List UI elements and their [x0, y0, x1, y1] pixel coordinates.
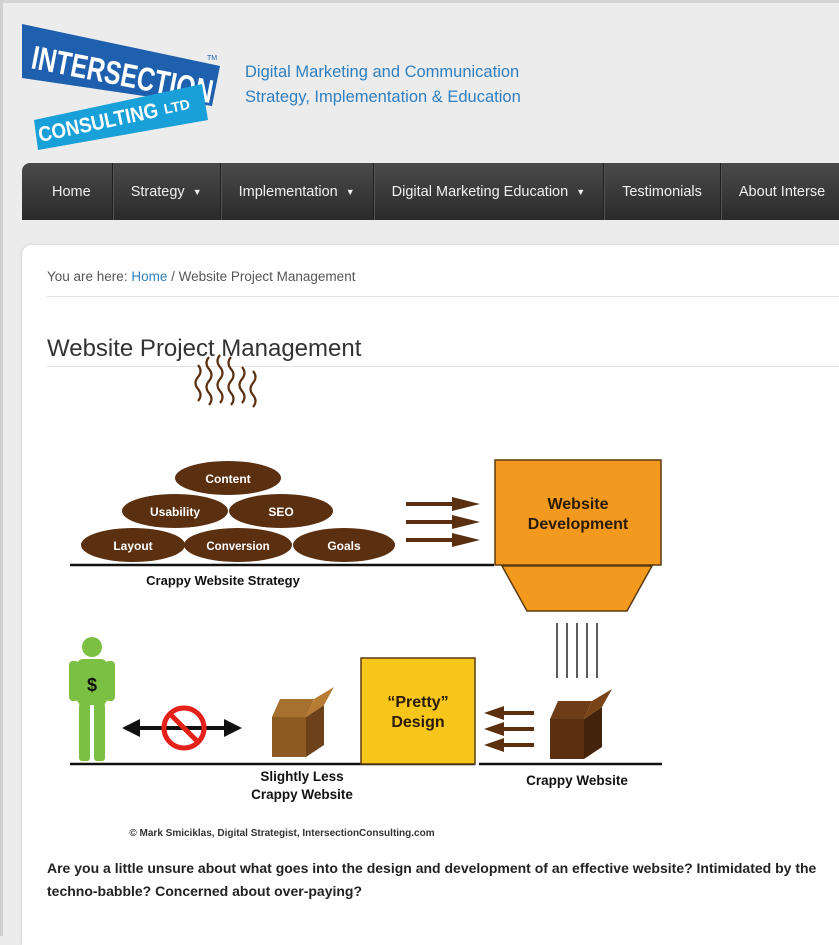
slightly-less-line2: Crappy Website	[251, 787, 353, 802]
arrow-right-icon	[406, 497, 480, 547]
content-panel: You are here: Home / Website Project Man…	[22, 245, 839, 945]
customer-person-icon	[69, 637, 115, 761]
hopper-funnel	[500, 565, 654, 612]
chevron-down-icon: ▼	[345, 186, 355, 197]
slightly-less-box-icon	[272, 687, 334, 757]
nav-testimonials-label: Testimonials	[622, 183, 702, 200]
nav-about-label: About Interse	[738, 183, 826, 200]
slightly-less-line1: Slightly Less	[260, 769, 343, 784]
website-dev-line2: Development	[528, 516, 629, 533]
nav-strategy-label: Strategy	[130, 183, 185, 200]
nav-testimonials[interactable]: Testimonials	[604, 163, 721, 220]
site-tagline: Digital Marketing and Communication Stra…	[245, 60, 521, 110]
frame-left-border	[0, 0, 3, 936]
nav-digital-marketing-education-label: Digital Marketing Education	[391, 183, 569, 200]
nav-digital-marketing-education[interactable]: Digital Marketing Education ▼	[374, 163, 605, 220]
oval-layout-label: Layout	[113, 539, 152, 553]
tagline-line1: Digital Marketing and Communication	[245, 63, 520, 81]
arrow-left-icon	[484, 706, 534, 752]
main-nav: Home Strategy ▼ Implementation ▼ Digital…	[22, 163, 839, 220]
nav-strategy[interactable]: Strategy ▼	[113, 163, 221, 220]
crappy-website-label: Crappy Website	[526, 773, 628, 788]
nav-about[interactable]: About Interse	[721, 163, 839, 220]
chevron-down-icon: ▼	[192, 186, 202, 197]
oval-content-label: Content	[205, 472, 250, 486]
oval-conversion-label: Conversion	[206, 541, 269, 553]
pretty-line2: Design	[391, 714, 444, 731]
intersection-consulting-logo[interactable]: INTERSECTION TM CONSULTING LTD	[22, 22, 222, 152]
intro-paragraph: Are you a little unsure about what goes …	[47, 860, 817, 899]
crappy-box-icon	[550, 689, 612, 759]
nav-implementation-label: Implementation	[238, 183, 338, 200]
stink-lines-icon	[194, 354, 257, 408]
tagline-line2: Strategy, Implementation & Education	[245, 88, 521, 106]
website-dev-line1: Website	[547, 496, 608, 513]
chevron-down-icon: ▼	[576, 186, 586, 197]
nav-home-label: Home	[52, 183, 91, 200]
frame-top-border	[0, 0, 839, 3]
falling-lines	[556, 623, 598, 678]
strategy-pile: Content Usability SEO Layout Conversion …	[81, 461, 395, 562]
oval-seo-label: SEO	[268, 505, 293, 519]
oval-usability-label: Usability	[150, 505, 200, 519]
dollar-sign: $	[87, 675, 97, 695]
pretty-design-box	[360, 657, 476, 765]
nav-implementation[interactable]: Implementation ▼	[221, 163, 374, 220]
strategy-caption: Crappy Website Strategy	[146, 573, 300, 588]
logo-line2: CONSULTING	[36, 99, 160, 147]
website-process-diagram: Content Usability SEO Layout Conversion …	[69, 354, 662, 839]
diagram-credit: © Mark Smiciklas, Digital Strategist, In…	[129, 828, 434, 839]
oval-goals-label: Goals	[327, 539, 361, 553]
pretty-line1: “Pretty”	[387, 694, 448, 711]
nav-home[interactable]: Home	[22, 163, 113, 220]
logo-tm: TM	[207, 55, 217, 62]
